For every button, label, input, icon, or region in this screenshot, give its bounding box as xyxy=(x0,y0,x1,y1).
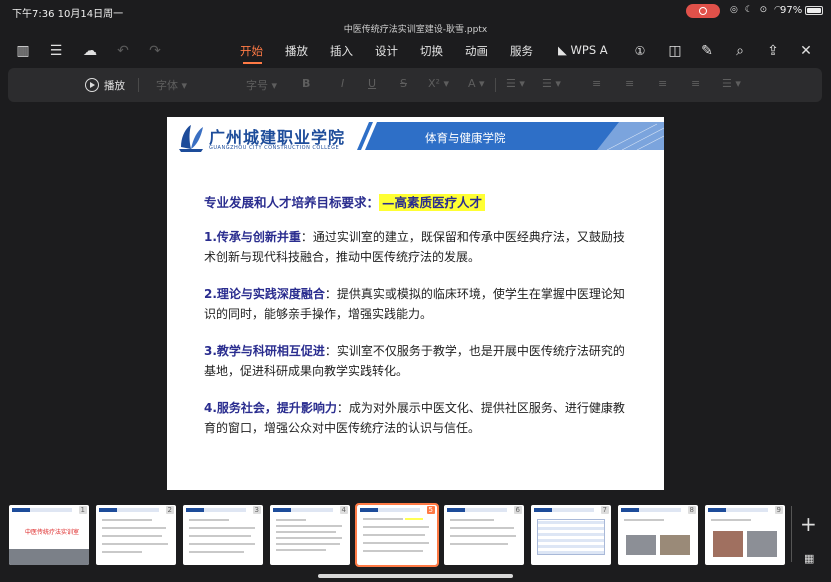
font-select[interactable]: 字体 ▾ xyxy=(156,77,187,93)
toolbar-divider xyxy=(495,78,496,92)
play-icon[interactable] xyxy=(85,78,99,92)
align-justify-icon[interactable]: ≡ xyxy=(691,77,700,90)
college-logo xyxy=(179,125,203,152)
underline-icon[interactable]: U xyxy=(368,77,376,90)
italic-icon[interactable]: I xyxy=(341,77,344,90)
department-name: 体育与健康学院 xyxy=(425,131,506,145)
sidebar-toggle-icon[interactable]: ▥ xyxy=(13,41,33,61)
point-1: 1.传承与创新并重：通过实训室的建立，既保留和传承中医经典疗法，又鼓励技术创新与… xyxy=(204,230,625,264)
home-indicator[interactable] xyxy=(318,574,513,578)
bullet-list-icon[interactable]: ☰ ▾ xyxy=(506,77,525,90)
slide-thumbnail-7[interactable]: 7 xyxy=(531,505,611,565)
tab-insert[interactable]: 插入 xyxy=(330,43,353,59)
tab-home[interactable]: 开始 xyxy=(240,43,263,59)
slide-thumbnail-4[interactable]: 4 xyxy=(270,505,350,565)
slide-thumbnail-9[interactable]: 9 xyxy=(705,505,785,565)
undo-icon[interactable]: ↶ xyxy=(113,41,133,61)
point-3: 3.教学与科研相互促进：实训室不仅服务于教学，也是开展中医传统疗法研究的基地，促… xyxy=(204,344,625,378)
slide-thumbnail-1[interactable]: 1 中医传统疗法实训室 xyxy=(9,505,89,565)
format-toolbar: 播放 字体 ▾ 字号 ▾ B I U S X² ▾ A ▾ ☰ ▾ ☰ ▾ ≡ … xyxy=(8,68,822,102)
point-2: 2.理论与实践深度融合：提供真实或模拟的临床环境，使学生在掌握中医理论知识的同时… xyxy=(204,287,625,321)
heading-highlight: —高素质医疗人才 xyxy=(379,194,486,211)
share-icon[interactable]: ⇪ xyxy=(763,41,783,61)
tab-play[interactable]: 播放 xyxy=(285,43,308,59)
slide-thumbnail-8[interactable]: 8 xyxy=(618,505,698,565)
point-4: 4.服务社会，提升影响力：成为对外展示中医文化、提供社区服务、进行健康教育的窗口… xyxy=(204,401,625,435)
grid-view-icon[interactable]: ▦ xyxy=(804,552,814,565)
tab-design[interactable]: 设计 xyxy=(375,43,398,59)
department-banner xyxy=(357,122,664,150)
active-tab-indicator xyxy=(243,62,262,64)
pen-icon[interactable]: ✎ xyxy=(697,41,717,61)
slide-thumbnail-strip: 1 中医传统疗法实训室 2 3 4 5 6 7 8 9 xyxy=(0,498,831,570)
strikethrough-icon[interactable]: S xyxy=(400,77,407,90)
battery-icon xyxy=(805,6,823,15)
slide-thumbnail-6[interactable]: 6 xyxy=(444,505,524,565)
book-icon[interactable]: ◫ xyxy=(665,41,685,61)
redo-icon[interactable]: ↷ xyxy=(145,41,165,61)
screen-record-indicator[interactable] xyxy=(686,4,720,18)
slide-thumbnail-3[interactable]: 3 xyxy=(183,505,263,565)
align-center-icon[interactable]: ≡ xyxy=(625,77,634,90)
cloud-upload-icon[interactable]: ☁ xyxy=(80,41,100,61)
slide-canvas[interactable]: 广州城建职业学院 GUANGZHOU CITY CONSTRUCTION COL… xyxy=(167,117,664,490)
college-name-en: GUANGZHOU CITY CONSTRUCTION COLLEGE xyxy=(209,145,340,151)
slide-thumbnail-2[interactable]: 2 xyxy=(96,505,176,565)
tab-wps-ai[interactable]: ◣ WPS A xyxy=(558,43,608,57)
close-icon[interactable]: ✕ xyxy=(796,41,816,61)
align-right-icon[interactable]: ≡ xyxy=(658,77,667,90)
record-icon xyxy=(699,7,707,15)
status-bar: 下午7:36 10月14日周一 ◎ ☾ ⊙ ◠ 97% xyxy=(0,0,831,22)
status-icons: ◎ ☾ ⊙ ◠ xyxy=(730,5,784,15)
line-spacing-icon[interactable]: ☰ ▾ xyxy=(722,77,741,90)
toolbar-divider xyxy=(138,78,139,92)
slide-number-icon[interactable]: ① xyxy=(630,41,650,61)
tab-animation[interactable]: 动画 xyxy=(465,43,488,59)
numbered-list-icon[interactable]: ☰ ▾ xyxy=(542,77,561,90)
slide-heading: 专业发展和人才培养目标要求： —高素质医疗人才 xyxy=(204,192,486,211)
align-left-icon[interactable]: ≡ xyxy=(592,77,601,90)
main-toolbar: ▥ ☰ ☁ ↶ ↷ 开始 播放 插入 设计 切换 动画 服务 ◣ WPS A ①… xyxy=(0,38,831,64)
add-slide-icon[interactable]: + xyxy=(800,512,817,536)
tab-service[interactable]: 服务 xyxy=(510,43,533,59)
menu-icon[interactable]: ☰ xyxy=(46,41,66,61)
document-title: 中医传统疗法实训室建设-耿雪.pptx xyxy=(343,25,488,35)
search-icon[interactable]: ⌕ xyxy=(730,41,750,61)
play-button[interactable]: 播放 xyxy=(104,78,125,93)
bold-icon[interactable]: B xyxy=(302,77,310,90)
status-time: 下午7:36 10月14日周一 xyxy=(12,9,124,20)
size-select[interactable]: 字号 ▾ xyxy=(246,77,277,93)
strip-divider xyxy=(791,506,792,562)
font-color-icon[interactable]: A ▾ xyxy=(468,77,485,90)
slide-thumbnail-5[interactable]: 5 xyxy=(355,503,439,567)
superscript-icon[interactable]: X² ▾ xyxy=(428,77,449,90)
tab-transition[interactable]: 切换 xyxy=(420,43,443,59)
battery-percent: 97% xyxy=(780,5,803,16)
